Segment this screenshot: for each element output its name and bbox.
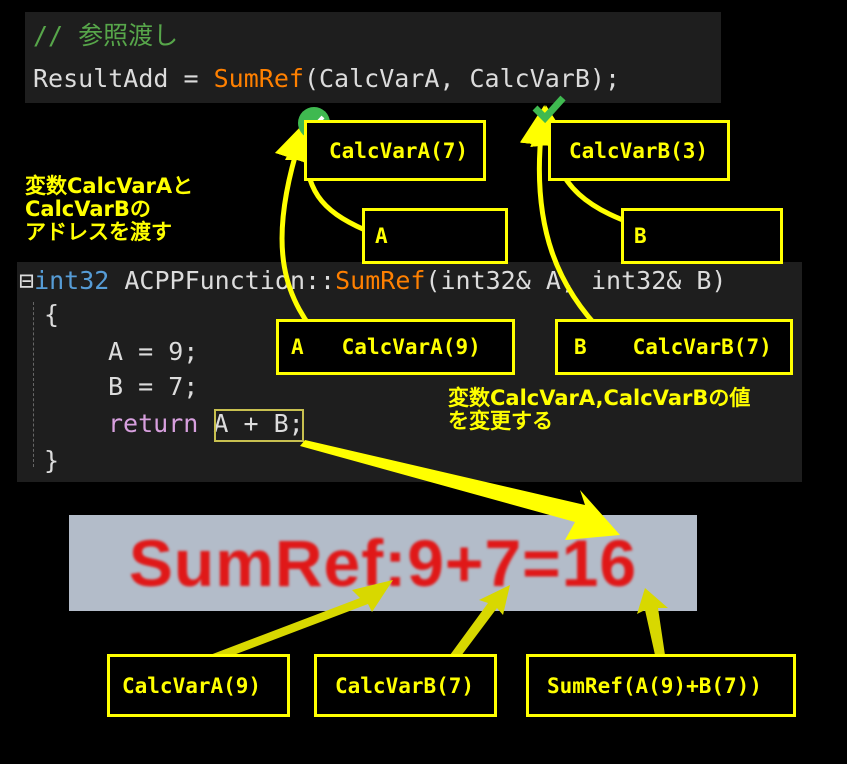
note-line: CalcVarBの <box>25 197 151 221</box>
label-b-calcvarb-7: B CalcVarB(7) <box>555 319 793 375</box>
label-text: CalcVarA(7) <box>329 138 469 163</box>
note-line: アドレスを渡す <box>25 220 172 244</box>
check-icon <box>532 95 566 124</box>
label-text: CalcVarA(9) <box>122 673 262 698</box>
label-text: SumRef(A(9)+B(7)) <box>547 673 762 698</box>
checks-overlay <box>298 95 691 365</box>
label-calcvara-7: CalcVarA(7) <box>304 120 486 181</box>
note-line: 変数CalcVarA,CalcVarBの値 <box>448 386 751 410</box>
note-line: 変数CalcVarAと <box>25 174 194 198</box>
label-a-ref: A <box>362 208 508 264</box>
label-a-calcvara-9: A CalcVarA(9) <box>276 319 515 375</box>
label-text: CalcVarB(7) <box>632 335 772 359</box>
note-line: を変更する <box>448 409 553 433</box>
label-text: B <box>634 224 647 248</box>
label-text: CalcVarA(9) <box>341 335 481 359</box>
label-bottom-b: CalcVarB(7) <box>314 654 497 717</box>
label-text: CalcVarB(3) <box>569 138 709 163</box>
label-bottom-a: CalcVarA(9) <box>107 654 290 717</box>
label-b-ref: B <box>621 208 783 264</box>
label-bottom-sum: SumRef(A(9)+B(7)) <box>526 654 796 717</box>
label-text: B <box>574 335 587 359</box>
label-text: CalcVarB(7) <box>335 673 475 698</box>
note-pass-address: 変数CalcVarAと CalcVarBの アドレスを渡す <box>25 175 193 244</box>
note-change-value: 変数CalcVarA,CalcVarBの値 を変更する <box>448 387 750 433</box>
label-calcvarb-3: CalcVarB(3) <box>548 120 730 181</box>
label-text: A <box>291 335 304 359</box>
label-text: A <box>375 224 388 248</box>
